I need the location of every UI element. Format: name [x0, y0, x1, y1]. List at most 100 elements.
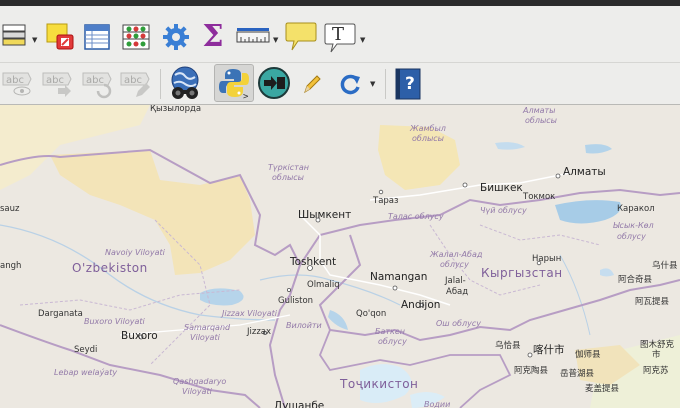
refresh-icon: [340, 74, 360, 95]
map-label: Жамбыл: [410, 124, 446, 133]
map-label: Токмок: [523, 192, 556, 202]
map-label: Lebap welaýaty: [54, 368, 118, 377]
attribute-table-icon: [84, 24, 110, 50]
map-label: Viloyati: [190, 333, 220, 342]
layer-stack-button[interactable]: [0, 22, 30, 48]
layer-stack-dropdown-icon[interactable]: ▼: [32, 36, 37, 44]
measure-ruler-icon: [236, 28, 270, 43]
statistics-sigma-icon: Σ: [202, 19, 224, 54]
label-visibility-text: abc: [6, 75, 24, 86]
map-label: Алматы: [563, 166, 606, 178]
measure-button[interactable]: [236, 24, 270, 50]
map-label: Jalal-: [445, 276, 466, 286]
processing-toolbox-button[interactable]: [160, 22, 192, 52]
map-label: 阿克陶县: [514, 366, 549, 376]
web-search-button[interactable]: [166, 65, 204, 101]
map-label: Darganata: [38, 309, 83, 319]
refresh-dropdown-icon[interactable]: ▼: [370, 80, 375, 88]
map-label: Қызылорда: [150, 105, 202, 114]
text-annotation-glyph: T: [332, 24, 345, 45]
field-calculator-button[interactable]: [120, 22, 152, 52]
map-label: 乌恰县: [495, 341, 521, 351]
map-label: Guliston: [278, 296, 314, 306]
svg-text:>: >: [243, 92, 249, 100]
toolbar-attributes: ▼ Σ ▼ T ▼: [0, 6, 680, 63]
map-label: Тараз: [373, 196, 399, 206]
layer-stack-icon: [2, 24, 26, 46]
python-console-button[interactable]: >: [214, 64, 254, 102]
map-label: Водии: [424, 400, 451, 408]
label-rotate-button[interactable]: abc: [80, 69, 114, 99]
map-label: облусу: [617, 232, 646, 241]
deselect-features-button[interactable]: [45, 22, 77, 52]
help-button[interactable]: ?: [392, 67, 424, 101]
map-label: Buxoro: [121, 330, 158, 342]
map-label: Qashqadaryo: [173, 377, 227, 386]
map-tips-balloon-icon: [285, 22, 317, 51]
toolbar-separator: [160, 69, 161, 99]
label-edit-text: abc: [124, 75, 142, 86]
map-label: Баткен: [375, 327, 406, 336]
measure-dropdown-icon[interactable]: ▼: [273, 36, 278, 44]
label-rotate-text: abc: [86, 75, 104, 86]
map-label: Namangan: [370, 271, 428, 283]
plugin-manager-button[interactable]: [256, 65, 292, 101]
map-label: Душанбе: [274, 400, 325, 408]
map-label: Нарын: [532, 254, 562, 264]
edit-tool-button[interactable]: [298, 69, 326, 99]
text-annotation-dropdown-icon[interactable]: ▼: [360, 36, 365, 44]
field-calculator-icon: [122, 24, 150, 50]
map-label: облусу: [440, 260, 469, 269]
processing-gear-icon: [163, 24, 189, 50]
map-label: 乌什县: [652, 261, 678, 271]
map-label: sauz: [0, 204, 20, 214]
refresh-button[interactable]: [336, 69, 366, 99]
map-label: Samarqand: [184, 323, 231, 332]
map-label: облысы: [412, 134, 444, 143]
python-icon: >: [219, 69, 249, 100]
label-edit-button[interactable]: abc: [118, 69, 152, 99]
map-label: 阿合奇县: [618, 275, 653, 285]
map-label: Seydi: [74, 345, 98, 355]
map-label: Jizzax: [247, 327, 272, 337]
map-label: облусу: [378, 337, 407, 346]
map-label: O'zbekiston: [72, 261, 148, 275]
label-move-button[interactable]: abc: [40, 69, 74, 99]
map-label: 岳普湖县: [560, 369, 595, 379]
map-label: Шымкент: [298, 209, 352, 221]
map-label: облысы: [272, 173, 304, 182]
toolbar-separator: [385, 69, 386, 99]
toolbar-labels-plugins: abc abc abc abc > ▼ ?: [0, 63, 680, 105]
map-label: 伽师县: [575, 350, 601, 360]
map-label: Qo'qon: [356, 309, 387, 319]
map-label: Navoiy Viloyati: [105, 248, 165, 257]
text-annotation-button[interactable]: T: [323, 21, 357, 55]
attribute-table-button[interactable]: [82, 22, 112, 52]
map-label: 阿瓦提县: [635, 297, 670, 307]
map-label: 市: [652, 350, 661, 360]
map-label: Ош облусу: [436, 319, 481, 328]
map-label: Тоҷикистон: [340, 377, 419, 391]
map-label: Вилоӣти: [286, 321, 322, 330]
map-background: [0, 105, 680, 408]
globe-binoculars-icon: [171, 66, 199, 99]
plugin-arrows-icon: [258, 67, 290, 99]
pencil-icon: [304, 75, 321, 94]
label-move-text: abc: [46, 75, 64, 86]
map-label: Кыргызстан: [481, 266, 563, 280]
map-label: 麦盖提县: [585, 384, 620, 394]
map-label: Чүй облусу: [480, 206, 527, 215]
label-visibility-button[interactable]: abc: [0, 69, 34, 99]
map-label: Olmaliq: [307, 280, 340, 290]
map-label: облысы: [525, 116, 557, 125]
map-label: Toshkent: [290, 256, 337, 268]
map-label: Ысык-Көл: [613, 221, 654, 230]
map-tips-button[interactable]: [284, 20, 318, 54]
map-label: Buxoro Viloyati: [84, 317, 145, 326]
statistics-button[interactable]: Σ: [198, 22, 228, 52]
map-label: 阿克苏: [643, 366, 669, 376]
map-canvas[interactable]: Қызылорда Жамбыл облысы Алматы облысы Алматы Т…: [0, 105, 680, 408]
map-label: Талас облусу: [388, 212, 444, 221]
map-label: Түркістан: [268, 163, 309, 172]
map-label: Абад: [446, 287, 469, 297]
